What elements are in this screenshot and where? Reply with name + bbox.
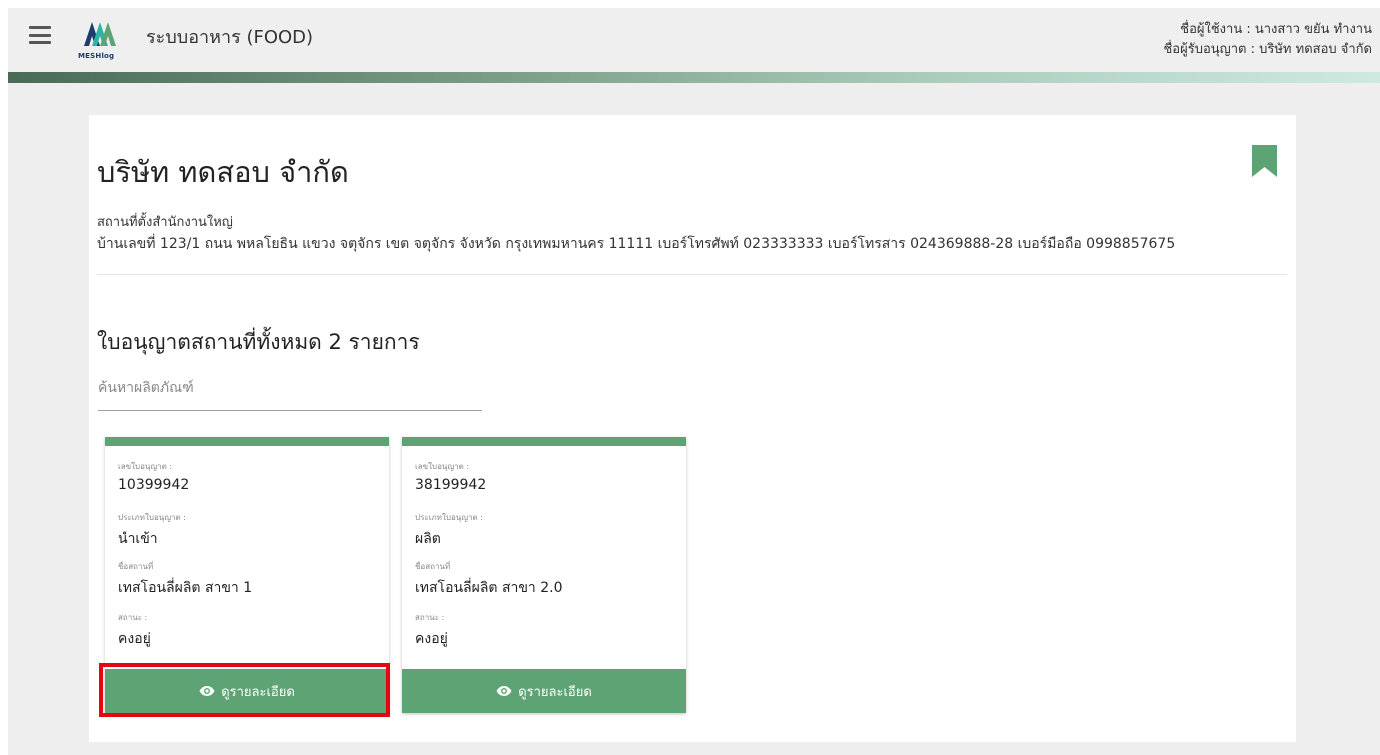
username-line: ชื่อผู้ใช้งาน : นางสาว ขยัน ทำงาน [1180,22,1372,37]
license-type-field: ประเภทใบอนุญาต : นำเข้า [118,511,186,550]
license-no-value: 38199942 [415,477,487,493]
meshlog-logo: MESHlog [78,16,122,64]
logo-text: MESHlog [78,52,115,60]
view-details-label: ดูรายละเอียด [518,684,592,700]
search-input[interactable] [98,373,482,403]
view-details-button[interactable]: ดูรายละเอียด [402,669,686,713]
licensee-line: ชื่อผู้รับอนุญาต : บริษัท ทดสอบ จำกัด [1163,42,1372,57]
place-name-value: เทสโอนลี่ผลิต สาขา 1 [118,580,253,596]
place-name-field: ชื่อสถานที่ เทสโอนลี่ผลิต สาขา 2.0 [415,560,563,599]
app-title: ระบบอาหาร (FOOD) [146,27,314,48]
license-no-field: เลขใบอนุญาต : 38199942 [415,460,486,493]
status-field: สถานะ : คงอยู่ [118,611,151,650]
hq-label: สถานที่ตั้งสำนักงานใหญ่ [97,215,233,230]
license-no-label: เลขใบอนุญาต : [415,462,470,471]
bookmark-icon[interactable] [1252,145,1277,177]
license-type-value: ผลิต [415,531,441,547]
user-info: ชื่อผู้ใช้งาน : นางสาว ขยัน ทำงาน ชื่อผู… [1163,20,1372,60]
eye-icon [496,686,512,696]
license-card: เลขใบอนุญาต : 38199942 ประเภทใบอนุญาต : … [402,437,686,713]
license-count-heading: ใบอนุญาตสถานที่ทั้งหมด 2 รายการ [97,330,420,354]
license-type-label: ประเภทใบอนุญาต : [118,513,186,522]
hamburger-menu-icon[interactable] [29,26,51,44]
status-label: สถานะ : [118,613,148,622]
status-field: สถานะ : คงอยู่ [415,611,448,650]
company-card: บริษัท ทดสอบ จำกัด สถานที่ตั้งสำนักงานให… [89,115,1296,742]
hq-address: บ้านเลขที่ 123/1 ถนน พหลโยธิน แขวง จตุจั… [97,236,1176,252]
license-no-field: เลขใบอนุญาต : 10399942 [118,460,189,493]
license-type-field: ประเภทใบอนุญาต : ผลิต [415,511,483,550]
app-header: MESHlog ระบบอาหาร (FOOD) ชื่อผู้ใช้งาน :… [8,8,1380,72]
place-name-label: ชื่อสถานที่ [415,562,451,571]
status-value: คงอยู่ [118,631,151,647]
search-field [98,373,482,411]
place-name-field: ชื่อสถานที่ เทสโอนลี่ผลิต สาขา 1 [118,560,252,599]
header-gradient-bar [8,72,1380,83]
place-name-value: เทสโอนลี่ผลิต สาขา 2.0 [415,580,563,596]
highlight-annotation-box [99,663,390,717]
license-type-label: ประเภทใบอนุญาต : [415,513,483,522]
status-value: คงอยู่ [415,631,448,647]
license-no-label: เลขใบอนุญาต : [118,462,173,471]
license-no-value: 10399942 [118,477,190,493]
license-type-value: นำเข้า [118,531,158,547]
company-name: บริษัท ทดสอบ จำกัด [97,155,349,189]
place-name-label: ชื่อสถานที่ [118,562,154,571]
divider [97,274,1287,275]
status-label: สถานะ : [415,613,445,622]
